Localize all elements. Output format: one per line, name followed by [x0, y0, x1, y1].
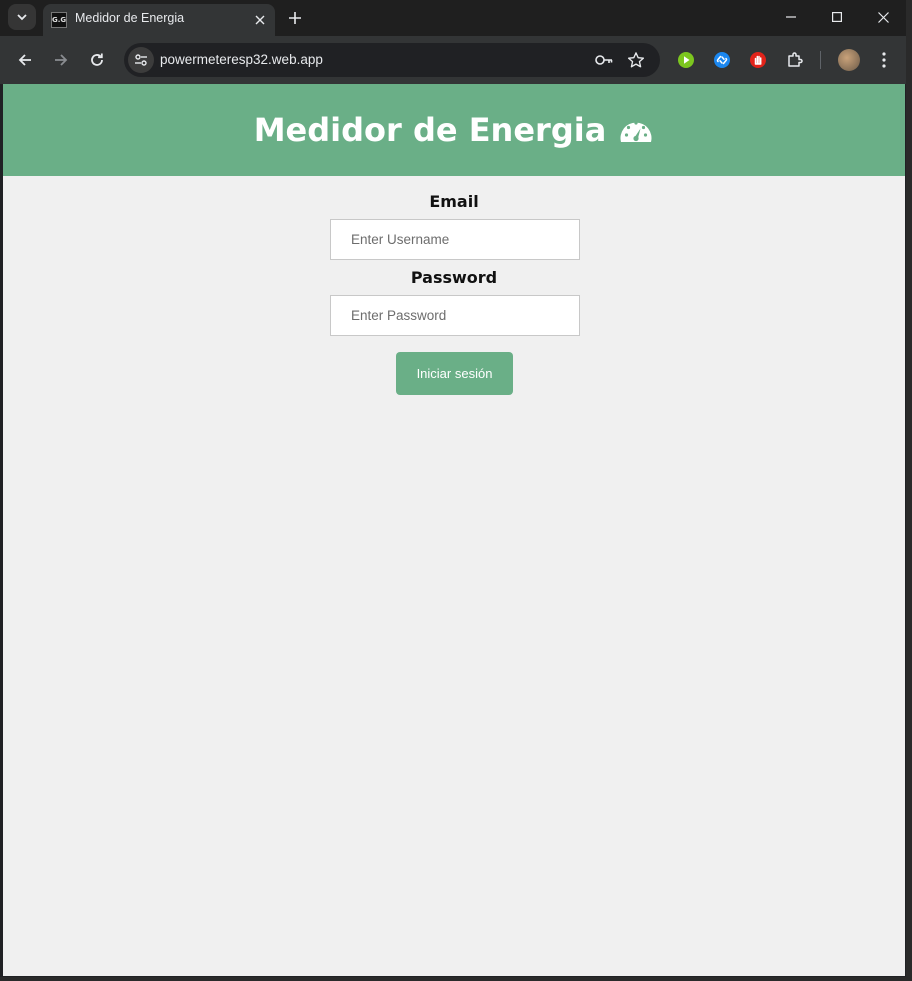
gauge-icon	[618, 115, 654, 145]
url-text[interactable]: powermeteresp32.web.app	[160, 52, 323, 67]
browser-menu-button[interactable]	[874, 50, 894, 70]
maximize-icon	[832, 12, 842, 22]
close-icon	[877, 11, 889, 23]
kebab-menu-icon	[882, 52, 886, 68]
shazam-extension-icon	[714, 52, 730, 68]
password-label: Password	[410, 268, 498, 287]
page-viewport: Medidor de Energia Email Enter Username …	[3, 84, 905, 976]
email-field[interactable]	[330, 219, 580, 260]
close-icon	[255, 15, 265, 25]
tab-title: Medidor de Energia	[75, 11, 185, 25]
browser-window: G.G Medidor de Energia powermeteresp32.w…	[0, 0, 906, 977]
minimize-button[interactable]	[768, 0, 814, 34]
background-desktop-bottom	[0, 977, 912, 981]
chevron-down-icon	[17, 14, 27, 21]
reload-button[interactable]	[83, 46, 111, 74]
puzzle-icon	[788, 52, 803, 67]
site-info-button[interactable]	[128, 47, 154, 73]
tab-search-button[interactable]	[8, 4, 36, 30]
forward-button[interactable]	[47, 46, 75, 74]
close-window-button[interactable]	[860, 0, 906, 34]
plus-icon	[289, 12, 301, 24]
address-bar[interactable]: powermeteresp32.web.app	[124, 43, 660, 77]
login-button[interactable]: Iniciar sesión	[396, 352, 513, 395]
toolbar-divider	[820, 51, 821, 69]
back-button[interactable]	[11, 46, 39, 74]
page-title: Medidor de Energia	[253, 111, 607, 149]
star-icon	[627, 52, 645, 68]
tab-strip: G.G Medidor de Energia	[0, 0, 906, 36]
email-label: Email	[429, 192, 479, 211]
stop-hand-extension-button[interactable]	[748, 50, 768, 70]
new-tab-button[interactable]	[284, 7, 306, 29]
key-icon	[595, 55, 613, 65]
maximize-button[interactable]	[814, 0, 860, 34]
extensions-button[interactable]	[785, 50, 805, 70]
tune-icon	[135, 54, 147, 66]
close-tab-button[interactable]	[251, 11, 269, 29]
bookmark-button[interactable]	[625, 49, 647, 71]
site-favicon: G.G	[51, 12, 67, 28]
arrow-right-icon	[55, 54, 68, 66]
password-field[interactable]	[330, 295, 580, 336]
arrow-left-icon	[18, 54, 31, 66]
background-desktop	[906, 0, 912, 981]
browser-toolbar: powermeteresp32.web.app	[0, 36, 906, 84]
active-tab[interactable]: G.G Medidor de Energia	[43, 4, 275, 36]
minimize-icon	[786, 16, 796, 18]
page-header: Medidor de Energia	[3, 84, 905, 176]
stop-hand-extension-icon	[750, 52, 766, 68]
password-manager-button[interactable]	[593, 49, 615, 71]
profile-avatar[interactable]	[838, 49, 860, 71]
play-extension-button[interactable]	[676, 50, 696, 70]
reload-icon	[91, 53, 103, 66]
shazam-extension-button[interactable]	[712, 50, 732, 70]
play-extension-icon	[678, 52, 694, 68]
